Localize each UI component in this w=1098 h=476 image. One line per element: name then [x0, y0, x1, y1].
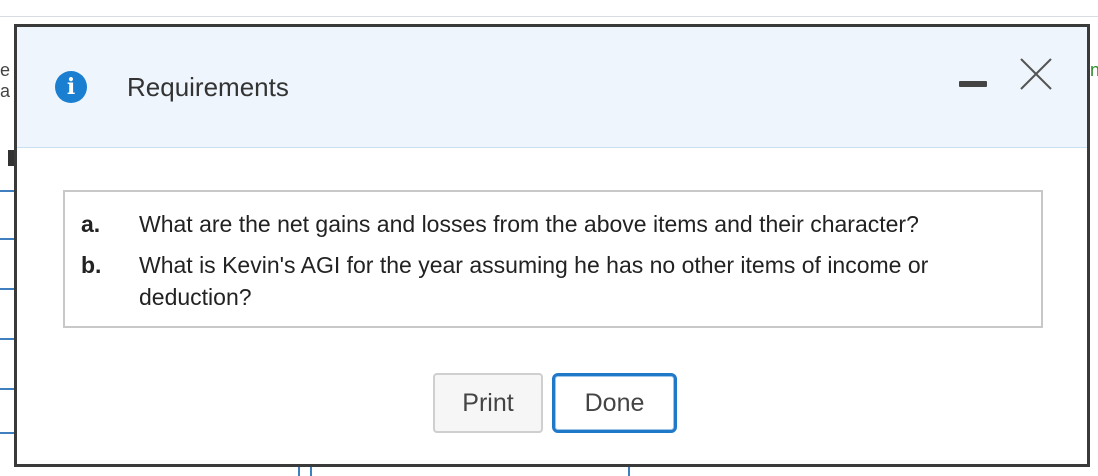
done-button[interactable]: Done [552, 373, 677, 433]
dialog-title: Requirements [127, 72, 289, 102]
requirement-letter: b. [81, 252, 102, 278]
close-icon [1020, 58, 1052, 90]
print-button[interactable]: Print [433, 373, 543, 433]
minimize-button[interactable] [957, 75, 991, 101]
background-text-fragment: e a [0, 60, 11, 101]
requirement-text: What are the net gains and losses from t… [139, 211, 919, 237]
requirements-dialog: i Requirements a. What are the net gains… [14, 24, 1090, 467]
requirement-letter: a. [81, 211, 101, 237]
requirement-text: What is Kevin's AGI for the year assumin… [139, 252, 929, 310]
dialog-header: i Requirements [17, 27, 1087, 148]
background-text-fragment: ne [1090, 60, 1098, 80]
background-divider [0, 16, 1098, 17]
close-button[interactable] [1017, 55, 1055, 93]
requirements-list: a. What are the net gains and losses fro… [63, 190, 1043, 328]
info-icon: i [55, 71, 87, 103]
minimize-icon [959, 81, 987, 87]
